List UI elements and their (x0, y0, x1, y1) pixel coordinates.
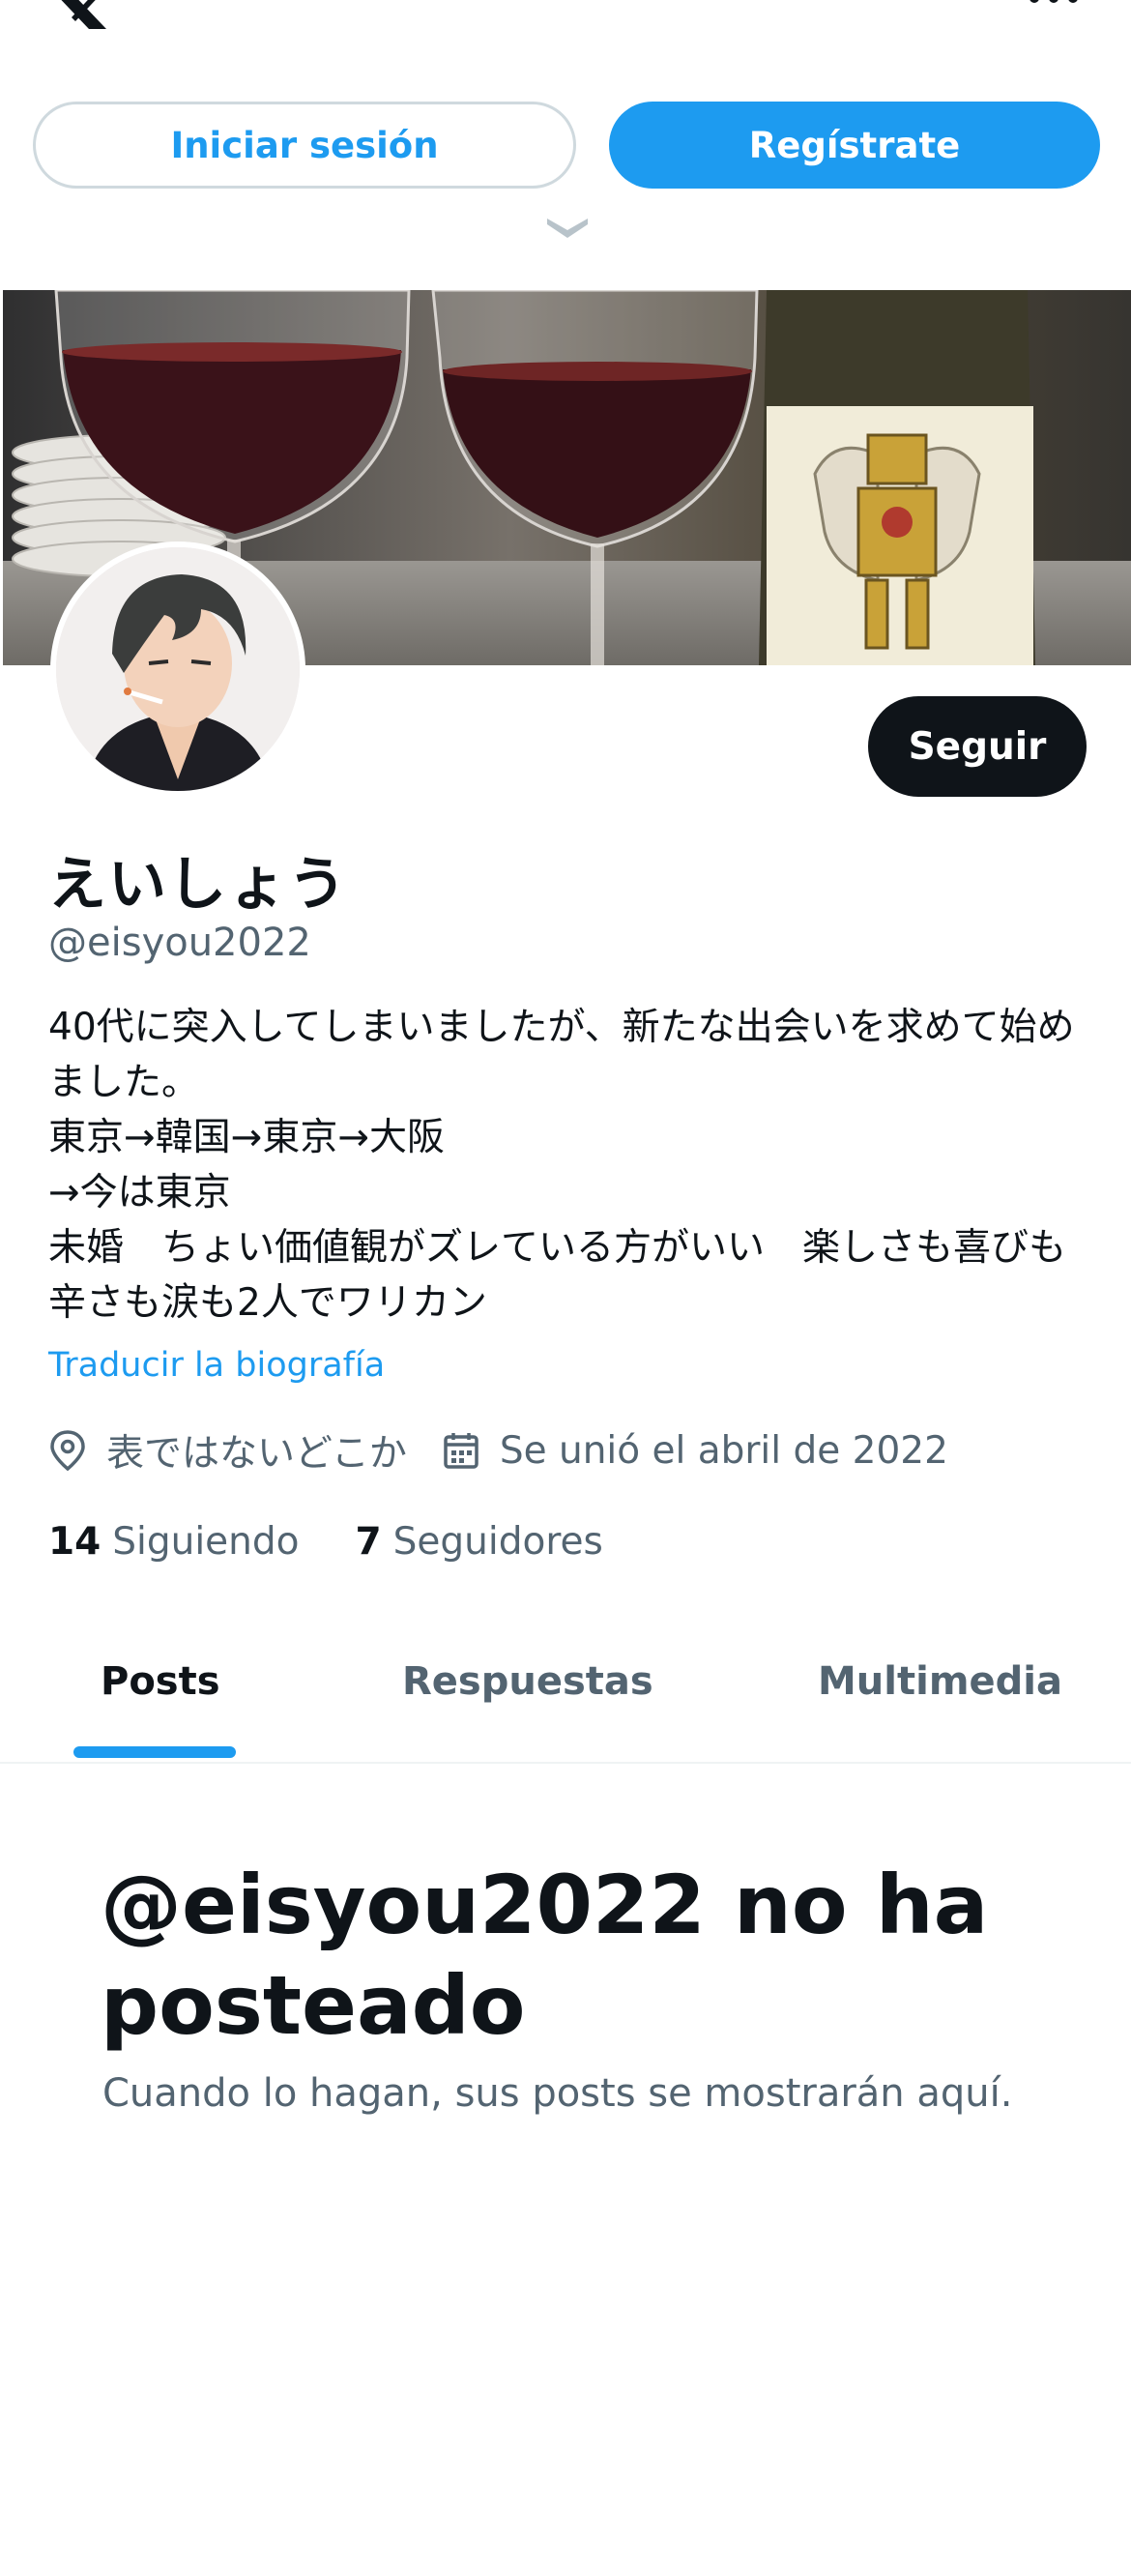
followers-label: Seguidores (392, 1520, 603, 1564)
following-link[interactable]: 14 Siguiendo (48, 1520, 300, 1564)
translate-bio-link[interactable]: Traducir la biografía (48, 1346, 385, 1385)
chevron-down-icon[interactable] (543, 215, 592, 240)
follow-stats: 14 Siguiendo 7 Seguidores (48, 1520, 659, 1564)
more-icon[interactable] (1025, 0, 1083, 10)
followers-count: 7 (355, 1520, 382, 1564)
follow-button[interactable]: Seguir (868, 696, 1087, 797)
x-logo-icon[interactable] (46, 0, 110, 29)
following-label: Siguiendo (112, 1520, 300, 1564)
bio: 40代に突入してしまいましたが、新たな出会いを求めて始めました。 東京→韓国→東… (48, 1006, 1075, 1325)
handle: @eisyou2022 (48, 921, 311, 965)
avatar[interactable] (50, 542, 305, 797)
followers-link[interactable]: 7 Seguidores (356, 1520, 603, 1564)
joined-text: Se unió el abril de 2022 (499, 1428, 948, 1473)
tab-replies[interactable]: Respuestas (402, 1659, 653, 1704)
joined-item: Se unió el abril de 2022 (442, 1429, 948, 1473)
location-item: 表ではないどこか (48, 1423, 407, 1478)
profile-tabs: Posts Respuestas Multimedia (0, 1634, 1131, 1764)
calendar-icon (444, 1433, 478, 1469)
following-count: 14 (48, 1520, 102, 1564)
tab-posts[interactable]: Posts (101, 1659, 220, 1704)
profile-meta: 表ではないどこか Se unió el abril de 2022 (48, 1421, 983, 1479)
active-tab-indicator (73, 1746, 236, 1758)
display-name: えいしょう (48, 851, 348, 919)
login-button[interactable]: Iniciar sesión (33, 102, 576, 189)
location-pin-icon (50, 1430, 85, 1472)
empty-state-subtitle: Cuando lo hagan, sus posts se mostrarán … (102, 2071, 1013, 2116)
empty-state-title: @eisyou2022 no ha posteado (101, 1858, 989, 2053)
tab-media[interactable]: Multimedia (818, 1659, 1062, 1704)
register-button[interactable]: Regístrate (609, 102, 1100, 189)
location-text: 表ではないどこか (106, 1432, 407, 1476)
